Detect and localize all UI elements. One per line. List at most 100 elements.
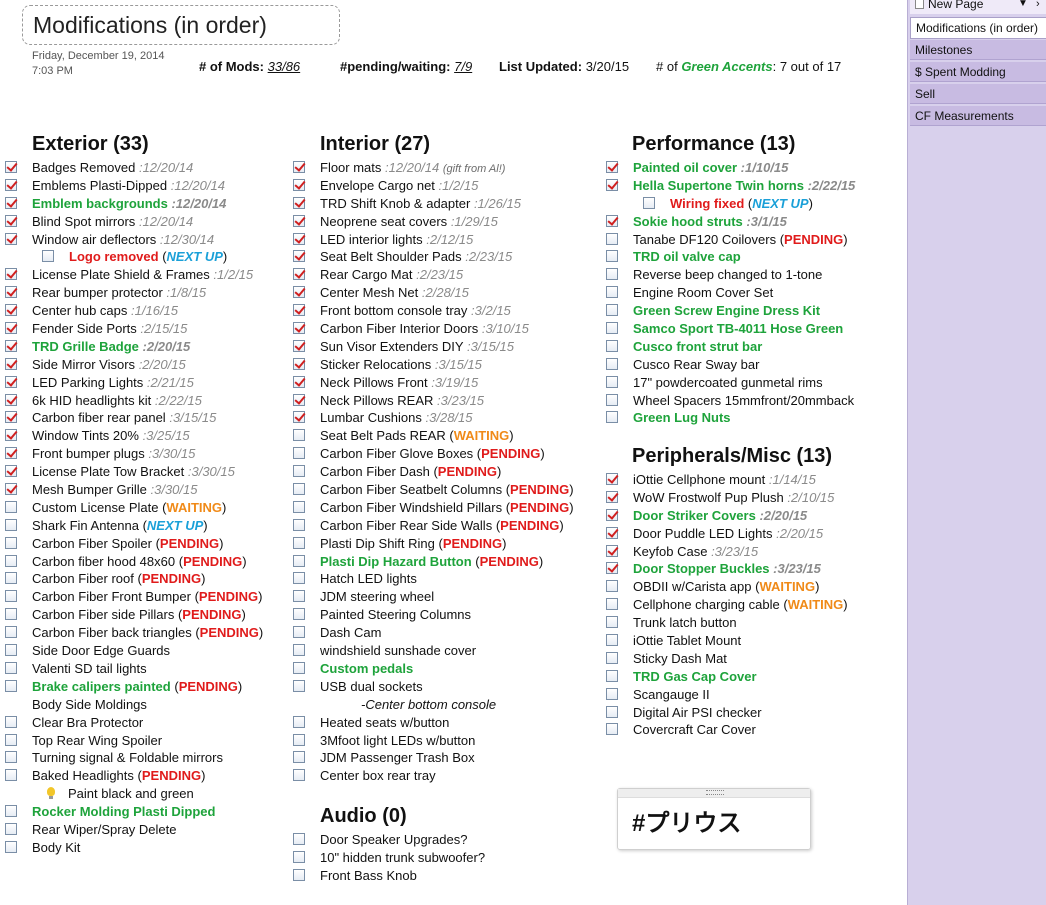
unchecked-checkbox[interactable] [5, 500, 17, 513]
unchecked-checkbox[interactable] [606, 616, 618, 629]
new-page-button[interactable]: New Page ▼ › [910, 0, 1046, 14]
checklist-item-label[interactable]: Rocker Molding Plasti Dipped [32, 803, 215, 821]
checklist-item-label[interactable]: Covercraft Car Cover [633, 721, 756, 739]
checklist-item-label[interactable]: Cusco Rear Sway bar [633, 356, 759, 374]
unchecked-checkbox[interactable] [293, 733, 305, 746]
checked-checkbox[interactable] [5, 411, 17, 424]
checked-checkbox[interactable] [293, 393, 305, 406]
unchecked-checkbox[interactable] [5, 644, 17, 657]
checked-checkbox[interactable] [606, 508, 618, 521]
checked-checkbox[interactable] [606, 490, 618, 503]
unchecked-checkbox[interactable] [293, 572, 305, 585]
unchecked-checkbox[interactable] [606, 339, 618, 352]
unchecked-checkbox[interactable] [293, 590, 305, 603]
checked-checkbox[interactable] [293, 214, 305, 227]
checked-checkbox[interactable] [606, 473, 618, 485]
checklist-item-label[interactable]: Carbon fiber rear panel :3/15/15 [32, 409, 216, 427]
checked-checkbox[interactable] [5, 429, 17, 442]
checklist-item-label[interactable]: Side Door Edge Guards [32, 642, 170, 660]
unchecked-checkbox[interactable] [5, 733, 17, 746]
unchecked-checkbox[interactable] [293, 554, 305, 567]
checked-checkbox[interactable] [5, 286, 17, 299]
checklist-item-label[interactable]: iOttie Cellphone mount :1/14/15 [633, 471, 816, 489]
unchecked-checkbox[interactable] [5, 590, 17, 603]
unchecked-checkbox[interactable] [606, 669, 618, 682]
checklist-item-label[interactable]: Seat Belt Pads REAR (WAITING) [320, 427, 514, 445]
checklist-item-label[interactable]: Painted oil cover :1/10/15 [633, 159, 788, 177]
unchecked-checkbox[interactable] [643, 196, 655, 209]
checklist-item-label[interactable]: Envelope Cargo net :1/2/15 [320, 177, 478, 195]
page-tab-spent-modding[interactable]: $ Spent Modding [910, 62, 1046, 82]
checked-checkbox[interactable] [5, 339, 17, 352]
checklist-item-label[interactable]: Seat Belt Shoulder Pads :2/23/15 [320, 248, 512, 266]
unchecked-checkbox[interactable] [5, 626, 17, 639]
checklist-item-label[interactable]: Side Mirror Visors :2/20/15 [32, 356, 186, 374]
checklist-item-label[interactable]: Neck Pillows Front :3/19/15 [320, 374, 478, 392]
checklist-item-label[interactable]: Custom License Plate (WAITING) [32, 499, 226, 517]
checklist-item-label[interactable]: Engine Room Cover Set [633, 284, 773, 302]
checked-checkbox[interactable] [5, 483, 17, 496]
unchecked-checkbox[interactable] [5, 805, 17, 818]
checklist-item-label[interactable]: Valenti SD tail lights [32, 660, 147, 678]
checklist-item-label[interactable]: WoW Frostwolf Pup Plush :2/10/15 [633, 489, 834, 507]
checked-checkbox[interactable] [5, 304, 17, 317]
checklist-item-label[interactable]: Body Kit [32, 839, 80, 857]
checked-checkbox[interactable] [5, 178, 17, 191]
checklist-item-label[interactable]: Neoprene seat covers :1/29/15 [320, 213, 498, 231]
checklist-item-label[interactable]: Scangauge II [633, 686, 710, 704]
checked-checkbox[interactable] [293, 322, 305, 335]
checklist-item-label[interactable]: Sokie hood struts :3/1/15 [633, 213, 787, 231]
checklist-item-label[interactable]: Rear Wiper/Spray Delete [32, 821, 177, 839]
page-tab-sell[interactable]: Sell [910, 84, 1046, 104]
checklist-item-label[interactable]: 6k HID headlights kit :2/22/15 [32, 392, 202, 410]
checklist-item-label[interactable]: Door Striker Covers :2/20/15 [633, 507, 807, 525]
checklist-item-label[interactable]: Carbon Fiber Seatbelt Columns (PENDING) [320, 481, 574, 499]
checked-checkbox[interactable] [5, 232, 17, 245]
checklist-item-label[interactable]: Brake calipers painted (PENDING) [32, 678, 242, 696]
checklist-item-label[interactable]: Wiring fixed (NEXT UP) [670, 195, 813, 213]
unchecked-checkbox[interactable] [293, 465, 305, 478]
checklist-item-label[interactable]: Paint black and green [68, 785, 194, 803]
unchecked-checkbox[interactable] [5, 751, 17, 764]
checklist-item-label[interactable]: Neck Pillows REAR :3/23/15 [320, 392, 484, 410]
unchecked-checkbox[interactable] [293, 518, 305, 531]
unchecked-checkbox[interactable] [293, 679, 305, 692]
checklist-item-label[interactable]: Front bumper plugs :3/30/15 [32, 445, 195, 463]
checklist-item-label[interactable]: Door Puddle LED Lights :2/20/15 [633, 525, 823, 543]
checked-checkbox[interactable] [5, 357, 17, 370]
unchecked-checkbox[interactable] [606, 634, 618, 647]
checklist-item-label[interactable]: Dash Cam [320, 624, 381, 642]
checklist-item-label[interactable]: Green Lug Nuts [633, 409, 731, 427]
checklist-item-label[interactable]: Badges Removed :12/20/14 [32, 159, 193, 177]
unchecked-checkbox[interactable] [5, 536, 17, 549]
checklist-item-label[interactable]: windshield sunshade cover [320, 642, 476, 660]
checklist-item-label[interactable]: Center Mesh Net :2/28/15 [320, 284, 469, 302]
checklist-item-label[interactable]: Shark Fin Antenna (NEXT UP) [32, 517, 208, 535]
unchecked-checkbox[interactable] [606, 357, 618, 370]
unchecked-checkbox[interactable] [606, 580, 618, 593]
checklist-item-label[interactable]: Cellphone charging cable (WAITING) [633, 596, 848, 614]
checklist-item-label[interactable]: Baked Headlights (PENDING) [32, 767, 205, 785]
page-title[interactable]: Modifications (in order) [33, 12, 267, 39]
unchecked-checkbox[interactable] [5, 840, 17, 853]
checked-checkbox[interactable] [293, 375, 305, 388]
checklist-item-label[interactable]: Plasti Dip Shift Ring (PENDING) [320, 535, 506, 553]
unchecked-checkbox[interactable] [293, 850, 305, 863]
checklist-item-label[interactable]: Carbon Fiber Rear Side Walls (PENDING) [320, 517, 564, 535]
checklist-item-label[interactable]: OBDII w/Carista app (WAITING) [633, 578, 819, 596]
unchecked-checkbox[interactable] [293, 536, 305, 549]
chevron-right-icon[interactable]: › [1036, 0, 1040, 12]
checklist-item-label[interactable]: Trunk latch button [633, 614, 737, 632]
checked-checkbox[interactable] [5, 322, 17, 335]
unchecked-checkbox[interactable] [42, 250, 54, 263]
checked-checkbox[interactable] [606, 161, 618, 173]
unchecked-checkbox[interactable] [606, 393, 618, 406]
checked-checkbox[interactable] [5, 161, 17, 173]
note-drag-handle[interactable] [618, 789, 810, 798]
checklist-item-label[interactable]: Window Tints 20% :3/25/15 [32, 427, 190, 445]
checked-checkbox[interactable] [606, 214, 618, 227]
unchecked-checkbox[interactable] [293, 500, 305, 513]
checked-checkbox[interactable] [293, 411, 305, 424]
checklist-item-label[interactable]: Emblem backgrounds :12/20/14 [32, 195, 226, 213]
checklist-item-label[interactable]: Rear bumper protector :1/8/15 [32, 284, 206, 302]
